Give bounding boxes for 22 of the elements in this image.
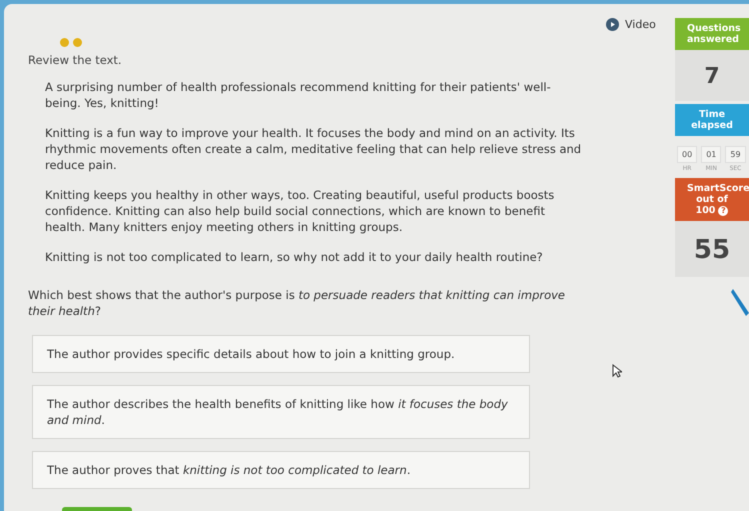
instruction-text: Review the text.: [28, 53, 123, 67]
answer-choice[interactable]: The author proves that knitting is not too complicated to learn.: [32, 451, 530, 489]
question-text: Which best shows that the author's purpose is to persuade readers that knitting can improve their health?: [28, 287, 566, 319]
smartscore-header: SmartScore out of 100 ?: [675, 178, 749, 221]
time-elapsed-label: Time elapsed: [675, 104, 749, 136]
smartscore-value: 55: [675, 221, 749, 277]
play-icon: [606, 18, 619, 31]
passage-paragraph: Knitting is not too complicated to learn, so why not add it to your daily health routine?: [45, 249, 544, 265]
pencil-icon: [731, 287, 749, 317]
passage-paragraph: A surprising number of health professionals recommend knitting for their patients' well-being. Yes, knitting!: [45, 79, 552, 111]
cursor-icon: [612, 364, 622, 378]
info-icon[interactable]: ?: [718, 206, 728, 216]
questions-answered-count: 7: [675, 50, 749, 101]
answer-choice[interactable]: The author provides specific details about how to join a knitting group.: [32, 335, 530, 373]
timer-value: 01: [701, 146, 722, 163]
questions-answered-label: Questions answered: [675, 18, 749, 50]
passage-paragraph: Knitting is a fun way to improve your health. It focuses the body and mind on an activity. Its rhythmic movements often create a calm, meditative feeling that can help relieve stress and reduce pain.: [45, 125, 582, 173]
answer-choice[interactable]: The author describes the health benefits of knitting like how it focuses the body and mind.: [32, 385, 530, 439]
timer-value: 59: [725, 146, 746, 163]
timer-value: 00: [677, 146, 698, 163]
video-button[interactable]: Video: [606, 18, 656, 31]
passage-paragraph: Knitting keeps you healthy in other ways, too. Creating beautiful, useful products boosts confidence. Knitting can also help build social connections, which are known to benefit health. Many knitters enjoy meeting others in knitting groups.: [45, 187, 556, 235]
